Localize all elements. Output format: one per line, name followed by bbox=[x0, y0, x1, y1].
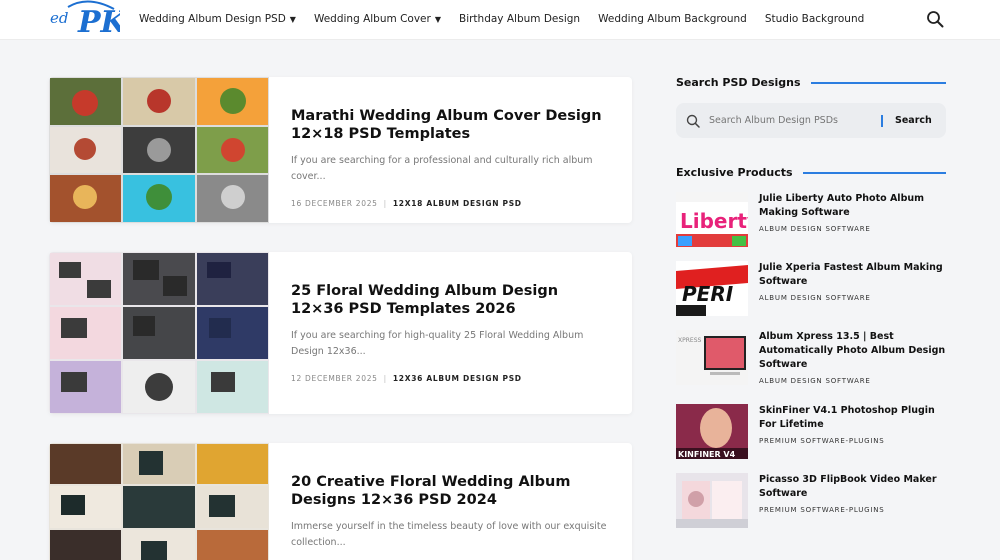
product-title[interactable]: SkinFiner V4.1 Photoshop Plugin For Life… bbox=[759, 404, 949, 432]
product-category: PREMIUM SOFTWARE-PLUGINS bbox=[759, 506, 885, 514]
heading-label: Search PSD Designs bbox=[676, 76, 801, 89]
product-body: Julie Liberty Auto Photo Album Making So… bbox=[759, 192, 949, 233]
heading-rule bbox=[802, 171, 946, 174]
heading-label: Exclusive Products bbox=[676, 166, 793, 179]
search-icon bbox=[686, 114, 700, 128]
heading-rule bbox=[810, 81, 946, 84]
post-body: Marathi Wedding Album Cover Design 12×18… bbox=[291, 107, 610, 208]
site-header: ed PK Wedding Album Design PSD ▼ Wedding… bbox=[0, 0, 1000, 40]
post-title[interactable]: Marathi Wedding Album Cover Design 12×18… bbox=[291, 107, 610, 143]
product-title[interactable]: Album Xpress 13.5 | Best Automatically P… bbox=[759, 330, 949, 372]
product-body: Picasso 3D FlipBook Video Maker Software… bbox=[759, 473, 949, 514]
product-title[interactable]: Picasso 3D FlipBook Video Maker Software bbox=[759, 473, 949, 501]
search-input[interactable] bbox=[709, 115, 877, 126]
post-thumbnail[interactable] bbox=[49, 443, 269, 560]
post-card: 20 Creative Floral Wedding Album Designs… bbox=[49, 443, 632, 560]
product-body: Julie Xperia Fastest Album Making Softwa… bbox=[759, 261, 949, 302]
sidebar-search-form: Search bbox=[676, 103, 946, 138]
post-body: 25 Floral Wedding Album Design 12×36 PSD… bbox=[291, 282, 610, 383]
post-category[interactable]: 12X36 ALBUM DESIGN PSD bbox=[393, 374, 522, 383]
product-thumbnail[interactable]: Liberty bbox=[676, 192, 748, 247]
chevron-down-icon: ▼ bbox=[434, 14, 441, 24]
search-widget-heading: Search PSD Designs bbox=[676, 76, 946, 89]
post-excerpt: If you are searching for high-quality 25… bbox=[291, 330, 584, 357]
post-body: 20 Creative Floral Wedding Album Designs… bbox=[291, 473, 610, 551]
search-button[interactable]: Search bbox=[895, 115, 932, 126]
svg-text:ed: ed bbox=[50, 9, 68, 27]
post-card: Marathi Wedding Album Cover Design 12×18… bbox=[49, 77, 632, 223]
nav-item-label: Birthday Album Design bbox=[458, 13, 581, 25]
product-category: ALBUM DESIGN SOFTWARE bbox=[759, 377, 871, 385]
post-excerpt: If you are searching for a professional … bbox=[291, 155, 593, 182]
post-category[interactable]: 12X18 ALBUM DESIGN PSD bbox=[393, 199, 522, 208]
nav-item-label: Wedding Album Cover bbox=[313, 13, 431, 25]
nav-item-studio-background[interactable]: Studio Background bbox=[765, 13, 864, 25]
product-thumbnail[interactable]: XPRESS bbox=[676, 330, 748, 385]
product-body: Album Xpress 13.5 | Best Automatically P… bbox=[759, 330, 949, 385]
nav-item-wedding-album-background[interactable]: Wedding Album Background bbox=[598, 13, 747, 25]
product-thumbnail[interactable] bbox=[676, 473, 748, 528]
product-category: ALBUM DESIGN SOFTWARE bbox=[759, 294, 871, 302]
thumb-wordmark: XPRESS bbox=[678, 337, 701, 344]
thumb-wordmark: PERI bbox=[682, 282, 734, 306]
logo-mark: PK bbox=[77, 5, 120, 40]
product-thumbnail[interactable]: PERI bbox=[676, 261, 748, 316]
nav-item-label: Wedding Album Design PSD bbox=[139, 13, 286, 25]
main-nav: Wedding Album Design PSD ▼ Wedding Album… bbox=[139, 0, 882, 38]
chevron-down-icon: ▼ bbox=[289, 14, 296, 24]
nav-item-label: Wedding Album Background bbox=[598, 13, 747, 25]
post-excerpt: Immerse yourself in the timeless beauty … bbox=[291, 521, 607, 548]
post-thumbnail[interactable] bbox=[49, 77, 269, 223]
nav-item-birthday-album-design[interactable]: Birthday Album Design bbox=[459, 13, 580, 25]
post-date: 12 DECEMBER 2025 bbox=[291, 374, 378, 383]
nav-item-wedding-album-cover[interactable]: Wedding Album Cover ▼ bbox=[314, 13, 441, 25]
post-card: 25 Floral Wedding Album Design 12×36 PSD… bbox=[49, 252, 632, 414]
nav-item-label: Studio Background bbox=[764, 13, 865, 25]
product-category: ALBUM DESIGN SOFTWARE bbox=[759, 225, 871, 233]
product-category: PREMIUM SOFTWARE-PLUGINS bbox=[759, 437, 885, 445]
products-widget-heading: Exclusive Products bbox=[676, 166, 946, 179]
thumb-wordmark: Liberty bbox=[680, 209, 748, 233]
post-title[interactable]: 20 Creative Floral Wedding Album Designs… bbox=[291, 473, 610, 509]
meta-separator: | bbox=[383, 199, 387, 208]
product-body: SkinFiner V4.1 Photoshop Plugin For Life… bbox=[759, 404, 949, 445]
thumb-wordmark: KINFINER V4 bbox=[678, 450, 736, 459]
product-title[interactable]: Julie Liberty Auto Photo Album Making So… bbox=[759, 192, 949, 220]
product-title[interactable]: Julie Xperia Fastest Album Making Softwa… bbox=[759, 261, 949, 289]
post-meta: 12 DECEMBER 2025 | 12X36 ALBUM DESIGN PS… bbox=[291, 374, 610, 383]
nav-item-wedding-album-design-psd[interactable]: Wedding Album Design PSD ▼ bbox=[139, 13, 296, 25]
post-date: 16 DECEMBER 2025 bbox=[291, 199, 378, 208]
post-thumbnail[interactable] bbox=[49, 252, 269, 414]
post-meta: 16 DECEMBER 2025 | 12X18 ALBUM DESIGN PS… bbox=[291, 199, 610, 208]
search-divider bbox=[881, 114, 883, 127]
post-title[interactable]: 25 Floral Wedding Album Design 12×36 PSD… bbox=[291, 282, 610, 318]
site-logo[interactable]: ed PK bbox=[48, 0, 120, 41]
meta-separator: | bbox=[383, 374, 387, 383]
search-icon[interactable] bbox=[926, 10, 944, 28]
product-thumbnail[interactable]: KINFINER V4 bbox=[676, 404, 748, 459]
